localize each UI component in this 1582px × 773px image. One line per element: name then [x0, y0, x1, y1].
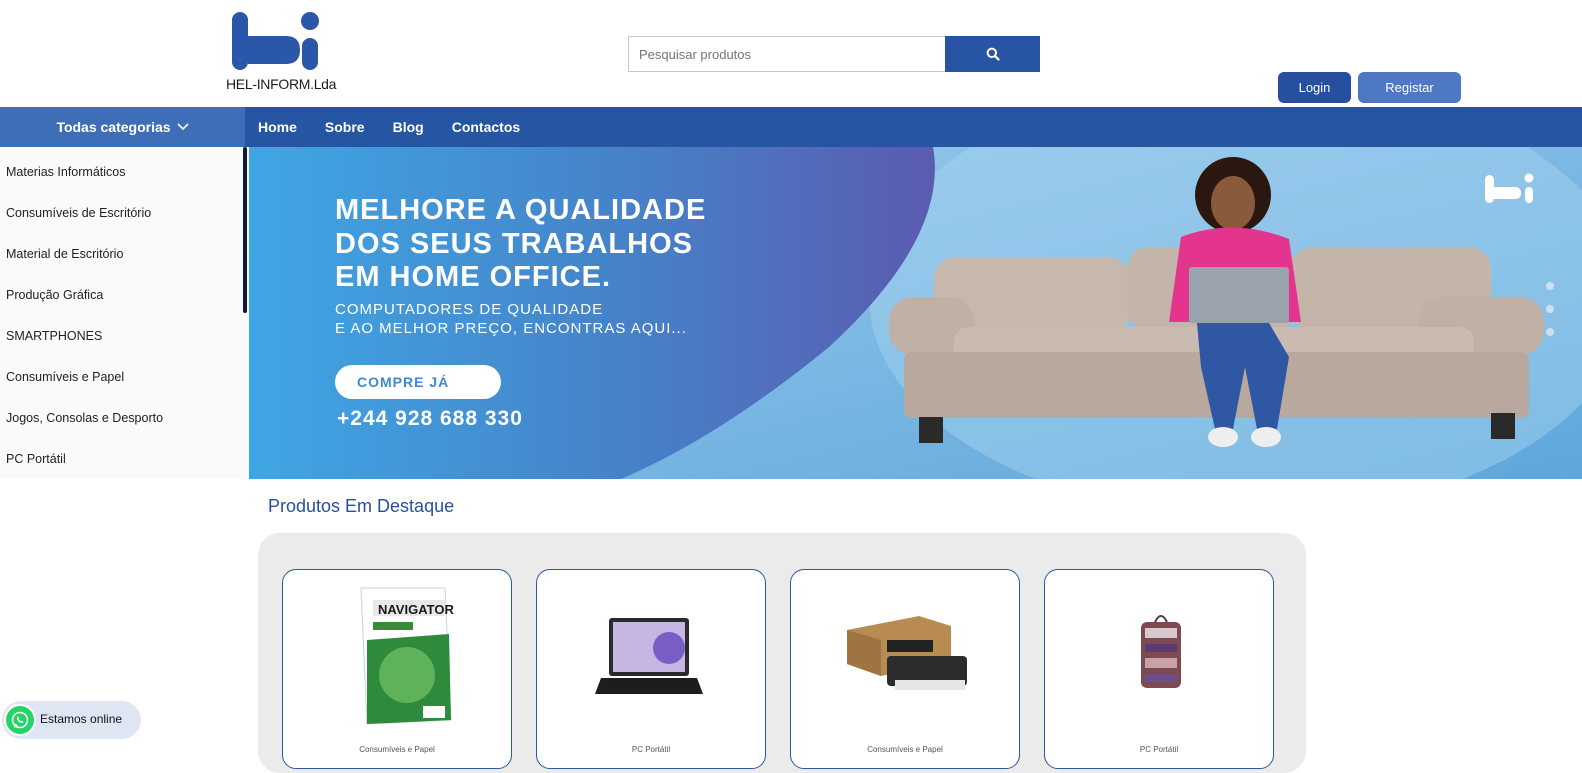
nav-contactos[interactable]: Contactos — [452, 119, 520, 135]
product-category: PC Portátil — [1139, 745, 1179, 754]
nav-blog[interactable]: Blog — [393, 119, 424, 135]
search-button[interactable] — [945, 36, 1040, 72]
sidebar-item-consumiveis-escritorio[interactable]: Consumíveis de Escritório — [6, 206, 151, 220]
sidebar-item-smartphones[interactable]: SMARTPHONES — [6, 329, 102, 343]
all-categories-toggle[interactable]: Todas categorias — [0, 107, 245, 147]
sidebar-item-consumiveis-papel[interactable]: Consumíveis e Papel — [6, 370, 124, 384]
slide-dot-2[interactable] — [1546, 305, 1554, 313]
sidebar-item-producao-grafica[interactable]: Produção Gráfica — [6, 288, 103, 302]
category-sidebar — [0, 147, 249, 479]
product-card-2[interactable]: PC Portátil — [536, 569, 766, 769]
product-card-3[interactable]: Consumíveis e Papel — [790, 569, 1020, 769]
sidebar-item-material-escritorio[interactable]: Material de Escritório — [6, 247, 123, 261]
sidebar-item-jogos-consolas[interactable]: Jogos, Consolas e Desporto — [6, 411, 163, 425]
sidebar-item-pc-portatil[interactable]: PC Portátil — [6, 452, 66, 466]
login-button[interactable]: Login — [1278, 72, 1351, 103]
banner-cta-label[interactable]: COMPRE JÁ — [357, 374, 449, 390]
svg-text:NAVIGATOR: NAVIGATOR — [378, 602, 454, 617]
sidebar-item-materias-informaticos[interactable]: Materias Informáticos — [6, 165, 125, 179]
product-image-patterned-bag — [1141, 615, 1181, 688]
product-category: PC Portátil — [631, 745, 671, 754]
search-icon — [986, 47, 1000, 61]
banner-headline-2: DOS SEUS TRABALHOS — [335, 228, 693, 260]
logo-text: HEL-INFORM.Lda — [226, 76, 337, 92]
banner-phone: +244 928 688 330 — [337, 407, 523, 430]
product-image-laptop — [595, 618, 703, 694]
featured-title: Produtos Em Destaque — [268, 496, 455, 516]
chevron-down-icon — [176, 123, 189, 131]
banner-subtitle-2: E AO MELHOR PREÇO, ENCONTRAS AQUI... — [335, 320, 687, 337]
banner-headline-1: MELHORE A QUALIDADE — [335, 194, 707, 226]
product-category: Consumíveis e Papel — [867, 745, 943, 754]
search-input[interactable] — [628, 36, 946, 72]
nav-sobre[interactable]: Sobre — [325, 119, 365, 135]
chat-status-label: Estamos online — [40, 712, 123, 726]
product-card-1[interactable]: NAVIGATOR Consumíveis e Papel — [282, 569, 512, 769]
sidebar-scrollbar[interactable] — [243, 147, 247, 313]
product-image-navigator-paper: NAVIGATOR — [360, 587, 454, 725]
product-image-kyocera-toner — [847, 616, 967, 690]
all-categories-label: Todas categorias — [56, 119, 171, 135]
slide-dot-3[interactable] — [1546, 328, 1554, 336]
product-card-4[interactable]: PC Portátil — [1044, 569, 1274, 769]
whatsapp-glyph — [11, 711, 29, 729]
nav-home[interactable]: Home — [258, 119, 297, 135]
hero-banner[interactable]: MELHORE A QUALIDADE DOS SEUS TRABALHOS E… — [249, 147, 1582, 479]
register-button[interactable]: Registar — [1358, 72, 1461, 103]
product-category: Consumíveis e Papel — [359, 745, 435, 754]
banner-headline-3: EM HOME OFFICE. — [335, 261, 611, 293]
slide-dot-1[interactable] — [1546, 282, 1554, 290]
whatsapp-icon[interactable] — [4, 704, 36, 736]
nav-links: Home Sobre Blog Contactos — [258, 107, 520, 147]
banner-subtitle-1: COMPUTADORES DE QUALIDADE — [335, 301, 604, 318]
